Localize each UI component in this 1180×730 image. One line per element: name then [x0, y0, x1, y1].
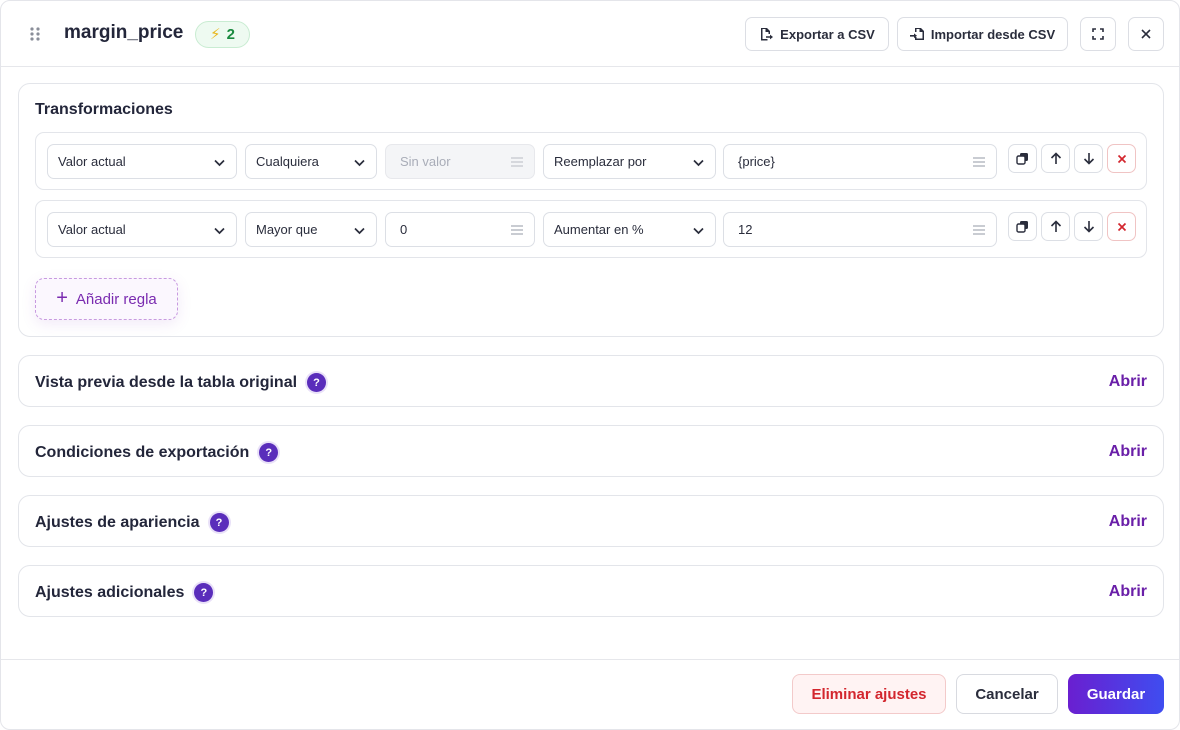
rule-count: 2 — [226, 26, 235, 43]
help-icon[interactable]: ? — [259, 443, 279, 462]
cancel-button[interactable]: Cancelar — [956, 674, 1058, 714]
close-button[interactable] — [1128, 17, 1164, 51]
chevron-down-icon — [693, 159, 704, 167]
section-title-text: Ajustes de apariencia — [35, 513, 200, 531]
file-export-icon — [759, 27, 774, 41]
rule-result-input[interactable]: 12 — [723, 212, 997, 247]
drag-handle-icon[interactable] — [29, 26, 41, 42]
save-button[interactable]: Guardar — [1068, 674, 1164, 714]
open-section-link[interactable]: Abrir — [1109, 373, 1147, 391]
rule-action-select[interactable]: Aumentar en % — [543, 212, 716, 247]
help-icon[interactable]: ? — [209, 513, 229, 532]
move-rule-up-button[interactable] — [1041, 144, 1070, 173]
rule-action-select[interactable]: Reemplazar por — [543, 144, 716, 179]
open-section-link[interactable]: Abrir — [1109, 513, 1147, 531]
section-title-text: Vista previa desde la tabla original — [35, 373, 298, 391]
rule-action-value: Reemplazar por — [554, 154, 647, 169]
rule-condition-select[interactable]: Mayor que — [245, 212, 377, 247]
delete-settings-button[interactable]: Eliminar ajustes — [792, 674, 946, 714]
import-csv-label: Importar desde CSV — [930, 26, 1056, 42]
section-preview[interactable]: Vista previa desde la tabla original ? A… — [18, 355, 1164, 407]
chevron-down-icon — [354, 159, 365, 167]
transformations-card: Transformaciones Valor actual Cualquiera… — [18, 83, 1164, 337]
rule-row: Valor actual Cualquiera Sin valor Reempl… — [35, 132, 1147, 190]
chevron-down-icon — [214, 227, 225, 235]
file-import-icon — [909, 27, 924, 41]
move-rule-up-button[interactable] — [1041, 212, 1070, 241]
chevron-down-icon — [354, 227, 365, 235]
help-icon[interactable]: ? — [307, 373, 327, 392]
close-icon — [1141, 29, 1151, 39]
rule-action-value: Aumentar en % — [554, 222, 644, 237]
menu-lines-icon — [973, 225, 985, 235]
rule-field-select[interactable]: Valor actual — [47, 144, 237, 179]
add-rule-button[interactable]: + Añadir regla — [35, 278, 178, 320]
arrow-up-icon — [1050, 220, 1061, 232]
rule-result-value: {price} — [738, 154, 775, 169]
delete-rule-button[interactable] — [1107, 144, 1136, 173]
export-csv-button[interactable]: Exportar a CSV — [745, 17, 889, 51]
section-title: Ajustes de apariencia ? — [35, 513, 229, 532]
lightning-icon: ⚡ — [210, 26, 221, 43]
section-additional[interactable]: Ajustes adicionales ? Abrir — [18, 565, 1164, 617]
settings-window: margin_price ⚡ 2 Exportar a CSV Importar — [0, 0, 1180, 730]
export-csv-label: Exportar a CSV — [780, 26, 875, 42]
delete-rule-button[interactable] — [1107, 212, 1136, 241]
page-title: margin_price — [64, 22, 184, 43]
rule-value-input[interactable]: 0 — [385, 212, 535, 247]
section-title: Condiciones de exportación ? — [35, 443, 279, 462]
rule-result-input[interactable]: {price} — [723, 144, 997, 179]
add-rule-label: Añadir regla — [75, 290, 157, 308]
open-section-link[interactable]: Abrir — [1109, 443, 1147, 461]
section-title-text: Ajustes adicionales — [35, 583, 185, 601]
rule-row: Valor actual Mayor que 0 Aumentar en % 1… — [35, 200, 1147, 258]
rule-condition-value: Cualquiera — [256, 154, 319, 169]
chevron-down-icon — [214, 159, 225, 167]
import-csv-button[interactable]: Importar desde CSV — [897, 17, 1068, 51]
rule-condition-value: Mayor que — [256, 222, 318, 237]
copy-icon — [1016, 221, 1028, 233]
header: margin_price ⚡ 2 Exportar a CSV Importar — [1, 1, 1179, 67]
rule-value-placeholder: Sin valor — [400, 154, 451, 169]
chevron-down-icon — [693, 227, 704, 235]
section-appearance[interactable]: Ajustes de apariencia ? Abrir — [18, 495, 1164, 547]
close-icon — [1117, 222, 1126, 231]
section-export-conditions[interactable]: Condiciones de exportación ? Abrir — [18, 425, 1164, 477]
menu-lines-icon — [511, 225, 523, 235]
transformations-title: Transformaciones — [35, 101, 173, 118]
rule-condition-select[interactable]: Cualquiera — [245, 144, 377, 179]
plus-icon: + — [56, 287, 68, 309]
duplicate-rule-button[interactable] — [1008, 212, 1037, 241]
rule-field-select[interactable]: Valor actual — [47, 212, 237, 247]
rule-result-value: 12 — [738, 222, 753, 237]
move-rule-down-button[interactable] — [1074, 212, 1103, 241]
rule-value-input[interactable]: Sin valor — [385, 144, 535, 179]
section-title: Ajustes adicionales ? — [35, 583, 214, 602]
arrow-up-icon — [1050, 152, 1061, 164]
fullscreen-button[interactable] — [1080, 17, 1116, 51]
section-title: Vista previa desde la tabla original ? — [35, 373, 327, 392]
copy-icon — [1016, 153, 1028, 165]
rule-field-value: Valor actual — [58, 154, 126, 169]
arrow-down-icon — [1083, 221, 1094, 233]
duplicate-rule-button[interactable] — [1008, 144, 1037, 173]
menu-lines-icon — [511, 157, 523, 167]
arrow-down-icon — [1083, 153, 1094, 165]
footer: Eliminar ajustes Cancelar Guardar — [1, 659, 1179, 730]
section-title-text: Condiciones de exportación — [35, 443, 250, 461]
move-rule-down-button[interactable] — [1074, 144, 1103, 173]
help-icon[interactable]: ? — [194, 583, 214, 602]
close-icon — [1117, 154, 1126, 163]
open-section-link[interactable]: Abrir — [1109, 583, 1147, 601]
rule-value-value: 0 — [400, 222, 408, 237]
rule-field-value: Valor actual — [58, 222, 126, 237]
rule-count-badge: ⚡ 2 — [195, 21, 250, 48]
menu-lines-icon — [973, 157, 985, 167]
fullscreen-icon — [1092, 28, 1104, 40]
